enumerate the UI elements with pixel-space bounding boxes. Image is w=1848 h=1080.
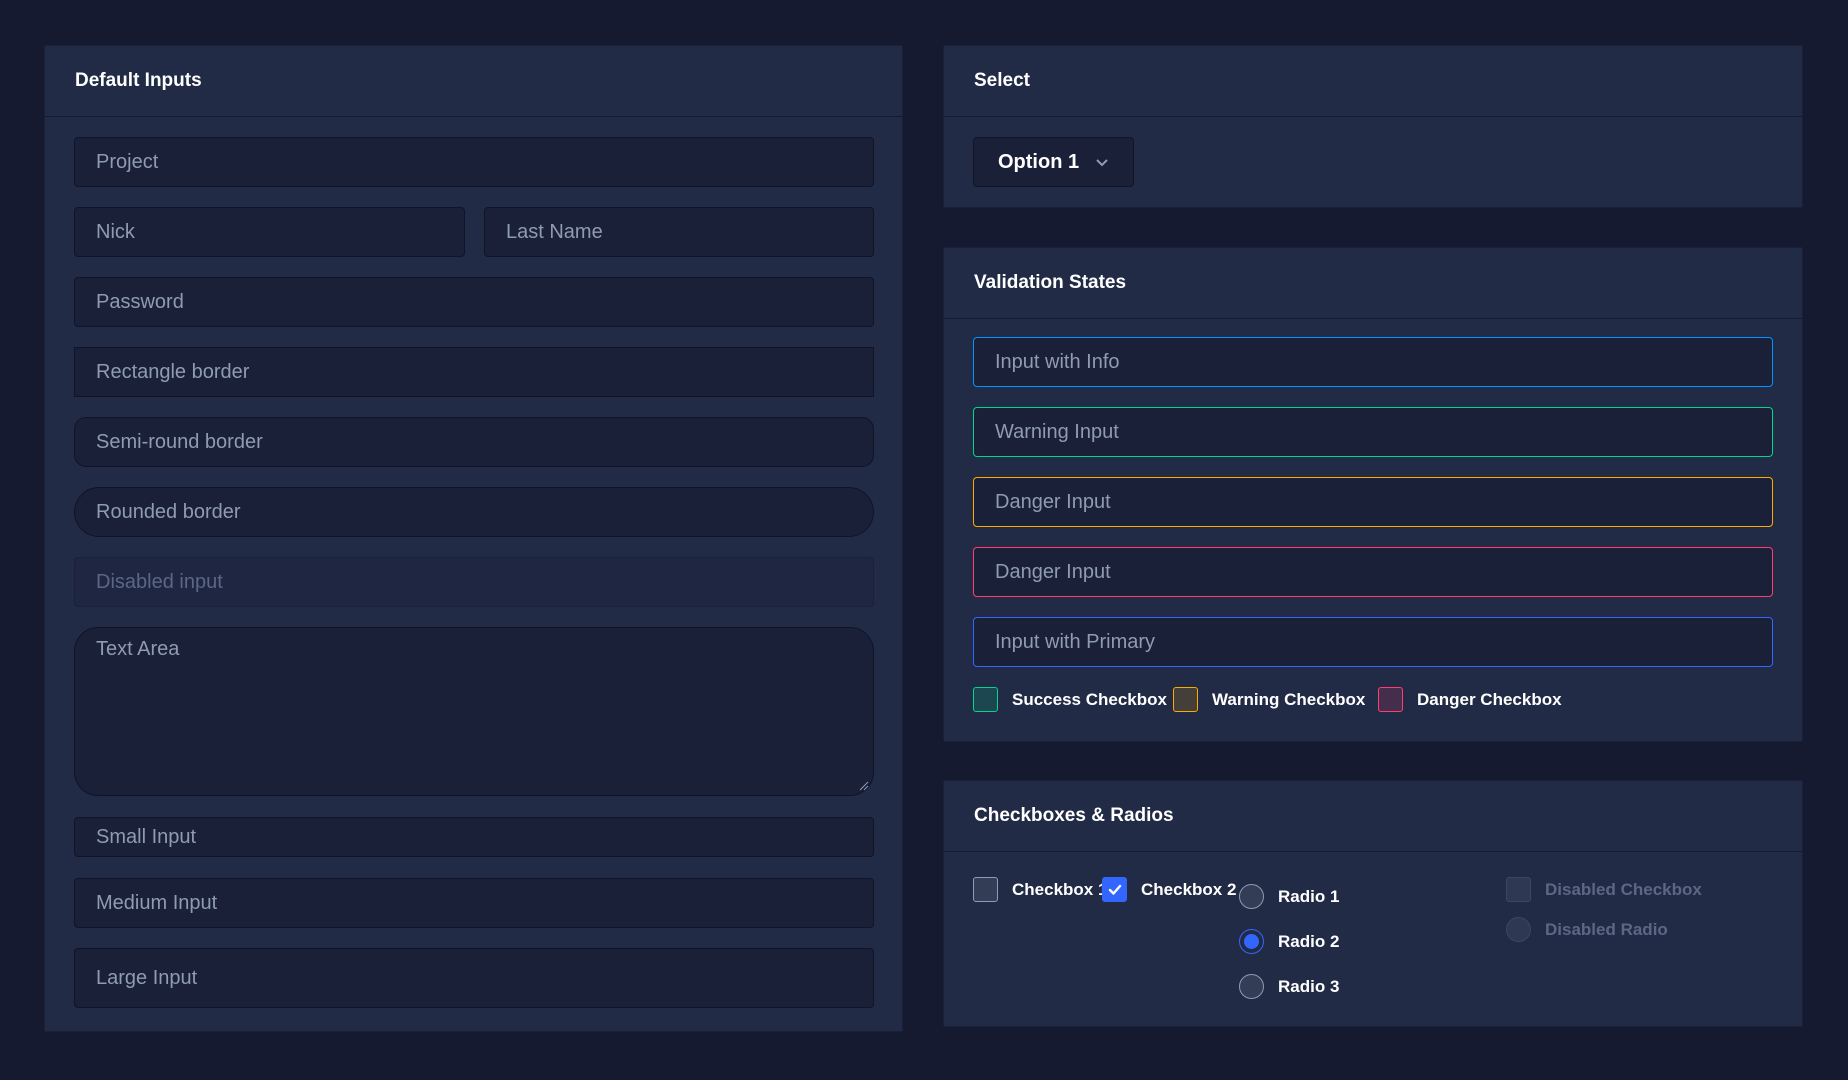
danger-checkbox-label: Danger Checkbox (1417, 689, 1562, 709)
danger-checkbox[interactable]: Danger Checkbox (1378, 687, 1562, 712)
large-input[interactable]: Large Input (74, 948, 874, 1008)
disabled-radio: Disabled Radio (1506, 917, 1668, 942)
warning-checkbox-label: Warning Checkbox (1212, 689, 1366, 709)
disabled-input: Disabled input (74, 557, 874, 607)
info-input[interactable]: Input with Info (973, 337, 1773, 387)
disabled-checkbox-label: Disabled Checkbox (1545, 879, 1702, 899)
rounded-border-input[interactable]: Rounded border (74, 487, 874, 537)
checkbox-1-label: Checkbox 1 (1012, 879, 1108, 899)
default-inputs-title: Default Inputs (45, 46, 902, 117)
medium-input[interactable]: Medium Input (74, 878, 874, 928)
project-input[interactable]: Project (74, 137, 874, 187)
select-title: Select (944, 46, 1802, 117)
rectangle-border-input[interactable]: Rectangle border (74, 347, 874, 397)
radio-1-label: Radio 1 (1278, 886, 1340, 906)
success-checkbox-label: Success Checkbox (1012, 689, 1167, 709)
resize-grip-icon[interactable] (859, 781, 869, 791)
danger-input-2[interactable]: Danger Input (973, 547, 1773, 597)
validation-states-card: Validation States Input with Info Warnin… (943, 247, 1803, 742)
last-name-input[interactable]: Last Name (484, 207, 874, 257)
disabled-radio-circle (1506, 917, 1531, 942)
nick-input[interactable]: Nick (74, 207, 465, 257)
success-checkbox-box[interactable] (973, 687, 998, 712)
disabled-checkbox-box (1506, 877, 1531, 902)
checkboxes-radios-title: Checkboxes & Radios (944, 781, 1802, 852)
danger-input-1[interactable]: Danger Input (973, 477, 1773, 527)
radio-1-circle[interactable] (1239, 884, 1264, 909)
primary-input[interactable]: Input with Primary (973, 617, 1773, 667)
default-inputs-card: Default Inputs Project Nick Last Name Pa… (44, 45, 903, 1032)
validation-states-title: Validation States (944, 248, 1802, 319)
radio-3[interactable]: Radio 3 (1239, 974, 1339, 999)
text-area[interactable]: Text Area (74, 627, 874, 796)
select-card: Select Option 1 (943, 45, 1803, 208)
chevron-down-icon (1096, 158, 1108, 166)
radio-3-circle[interactable] (1239, 974, 1264, 999)
radio-1[interactable]: Radio 1 (1239, 884, 1339, 909)
warning-checkbox[interactable]: Warning Checkbox (1173, 687, 1365, 712)
warning-input[interactable]: Warning Input (973, 407, 1773, 457)
checkbox-1[interactable]: Checkbox 1 (973, 877, 1107, 902)
small-input[interactable]: Small Input (74, 817, 874, 857)
password-input[interactable]: Password (74, 277, 874, 327)
radio-2[interactable]: Radio 2 (1239, 929, 1339, 954)
checkmark-icon (1108, 884, 1121, 895)
checkbox-2[interactable]: Checkbox 2 (1102, 877, 1236, 902)
danger-checkbox-box[interactable] (1378, 687, 1403, 712)
semi-round-border-input[interactable]: Semi-round border (74, 417, 874, 467)
checkbox-2-label: Checkbox 2 (1141, 879, 1237, 899)
disabled-radio-label: Disabled Radio (1545, 919, 1668, 939)
select-value: Option 1 (998, 150, 1080, 173)
checkbox-2-box[interactable] (1102, 877, 1127, 902)
success-checkbox[interactable]: Success Checkbox (973, 687, 1167, 712)
disabled-checkbox: Disabled Checkbox (1506, 877, 1702, 902)
checkbox-1-box[interactable] (973, 877, 998, 902)
checkboxes-radios-card: Checkboxes & Radios Checkbox 1 Checkbox … (943, 780, 1803, 1027)
text-area-placeholder: Text Area (96, 638, 180, 660)
warning-checkbox-box[interactable] (1173, 687, 1198, 712)
option-select[interactable]: Option 1 (973, 137, 1135, 187)
radio-2-label: Radio 2 (1278, 931, 1340, 951)
radio-3-label: Radio 3 (1278, 976, 1340, 996)
radio-2-circle[interactable] (1239, 929, 1264, 954)
